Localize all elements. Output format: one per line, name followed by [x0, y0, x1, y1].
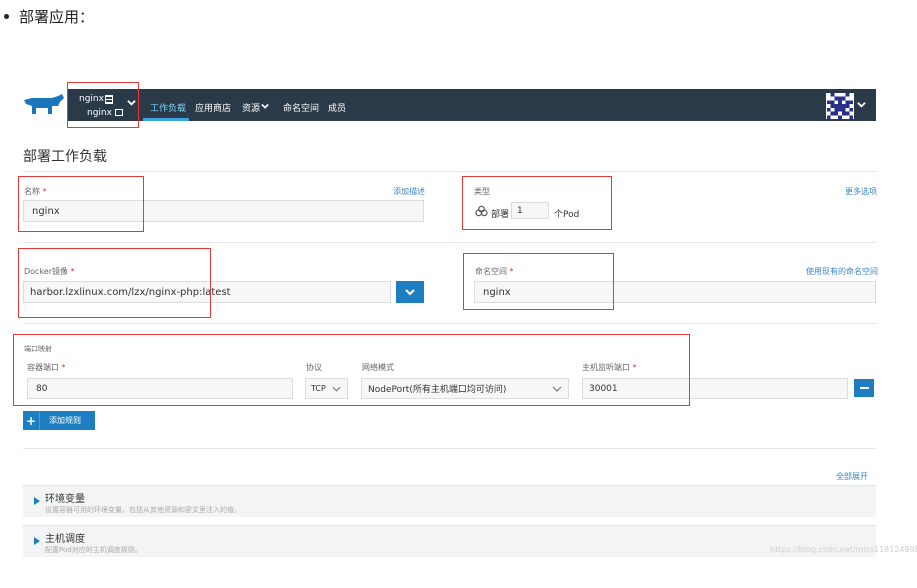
avatar[interactable]	[826, 93, 854, 119]
section-title: 环境变量	[45, 494, 85, 505]
add-rule-label: 添加规则	[49, 416, 81, 425]
annotation-box-context	[67, 82, 139, 128]
plus-icon: +	[23, 411, 40, 430]
section-description: 配置Pod对应的主机调度规则。	[45, 546, 142, 554]
expand-all-link[interactable]: 全部展开	[836, 471, 868, 482]
remove-rule-button[interactable]	[854, 379, 874, 397]
expand-triangle-icon	[34, 537, 40, 545]
row-divider-2	[23, 323, 876, 324]
bullet-text: 部署应用：	[19, 8, 95, 26]
avatar-identicon-icon	[827, 93, 853, 119]
page-title: 部署工作负载	[23, 149, 107, 165]
add-rule-button[interactable]: + 添加规则	[23, 411, 95, 430]
more-options-link[interactable]: 更多选项	[845, 186, 877, 197]
section-env-vars[interactable]: 环境变量 设置容器可用的环境变量。包括从其他资源和密文里注入的值。	[23, 485, 876, 517]
watermark: https://blog.csdn.net/miss1181248983	[770, 545, 917, 554]
nav-members[interactable]: 成员	[328, 101, 346, 114]
image-dropdown-button[interactable]	[396, 281, 424, 303]
nav-namespaces[interactable]: 命名空间	[283, 101, 319, 114]
row-divider-1	[23, 242, 876, 243]
annotation-box-port-mapping	[13, 334, 690, 406]
add-description-link[interactable]: 添加描述	[393, 186, 425, 197]
annotation-box-namespace	[463, 253, 614, 310]
nav-active-underline	[143, 118, 189, 121]
annotation-box-name	[18, 176, 144, 232]
chevron-down-icon	[405, 289, 415, 296]
nav-resources[interactable]: 资源	[242, 101, 260, 114]
use-existing-namespace-link[interactable]: 使用现有的命名空间	[806, 266, 878, 277]
annotation-box-type	[462, 176, 612, 230]
annotation-box-image	[18, 248, 211, 318]
top-navbar	[67, 89, 876, 121]
expand-triangle-icon	[34, 497, 40, 505]
title-divider	[23, 171, 876, 172]
row-divider-3	[23, 448, 876, 449]
nav-app-store[interactable]: 应用商店	[195, 101, 231, 114]
bullet-heading: 部署应用：	[0, 6, 94, 27]
bullet-dot	[4, 14, 9, 19]
section-description: 设置容器可用的环境变量。包括从其他资源和密文里注入的值。	[45, 506, 241, 514]
minus-icon	[859, 387, 869, 389]
nav-workloads[interactable]: 工作负载	[150, 101, 186, 114]
user-menu-chevron-down-icon[interactable]	[857, 100, 866, 109]
section-host-scheduling[interactable]: 主机调度 配置Pod对应的主机调度规则。	[23, 525, 876, 557]
rancher-logo-icon[interactable]	[22, 92, 66, 118]
resources-chevron-down-icon	[261, 103, 269, 109]
section-title: 主机调度	[45, 534, 85, 545]
